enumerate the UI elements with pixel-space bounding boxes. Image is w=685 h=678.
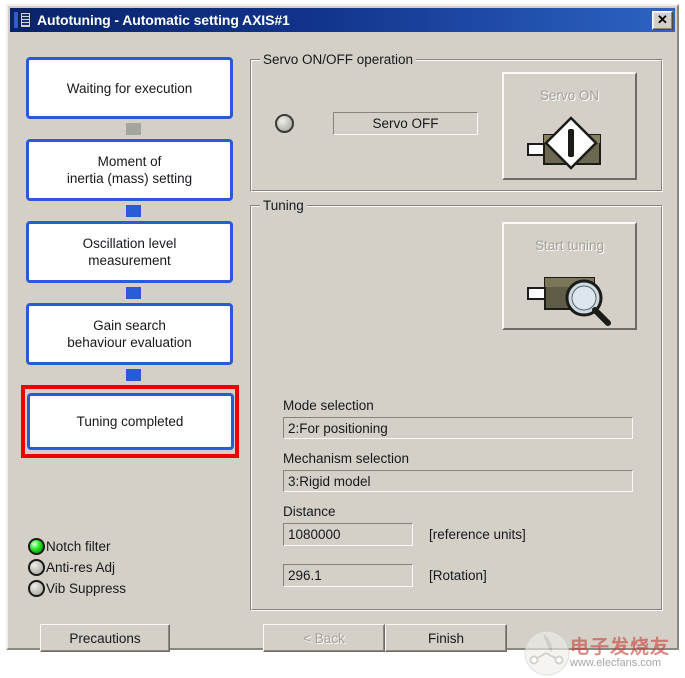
title-bar: Autotuning - Automatic setting AXIS#1 ✕ bbox=[10, 8, 675, 32]
distance-rotation-unit: [Rotation] bbox=[429, 568, 487, 583]
watermark-text: 电子发烧友 bbox=[570, 637, 671, 658]
servo-on-button[interactable]: Servo ON bbox=[502, 72, 637, 180]
indicator-label: Anti-res Adj bbox=[46, 560, 116, 575]
led-indicator-icon bbox=[28, 538, 45, 555]
elecfans-logo-icon bbox=[524, 630, 570, 676]
flow-step-label: Gain search behaviour evaluation bbox=[67, 318, 192, 350]
finish-button[interactable]: Finish bbox=[385, 624, 507, 652]
flow-step-tuning-completed: Tuning completed bbox=[26, 393, 234, 450]
start-tuning-button-label: Start tuning bbox=[534, 238, 605, 253]
back-button[interactable]: < Back bbox=[263, 624, 385, 652]
flow-step-label: Waiting for execution bbox=[66, 80, 193, 96]
start-tuning-button[interactable]: Start tuning bbox=[502, 222, 637, 330]
tuning-group: Tuning Start tuning Mode selection 2:For… bbox=[250, 198, 663, 611]
servo-status-value: Servo OFF bbox=[372, 116, 439, 131]
flow-connector-3 bbox=[126, 287, 141, 299]
servo-status-display: Servo OFF bbox=[333, 112, 478, 135]
flow-step-label: Tuning completed bbox=[76, 414, 184, 429]
mode-selection-field[interactable]: 2:For positioning bbox=[283, 417, 633, 439]
close-icon[interactable]: ✕ bbox=[652, 10, 673, 30]
indicator-anti-res-adj: Anti-res Adj bbox=[28, 557, 126, 578]
site-watermark: 电子发烧友 www.elecfans.com bbox=[524, 630, 674, 678]
function-indicator-list: Notch filter Anti-res Adj Vib Suppress bbox=[28, 536, 126, 599]
dialog-client-area: Waiting for execution Moment of inertia … bbox=[10, 33, 675, 676]
led-indicator-icon bbox=[28, 580, 45, 597]
indicator-vib-suppress: Vib Suppress bbox=[28, 578, 126, 599]
indicator-label: Notch filter bbox=[46, 539, 111, 554]
distance-reference-units-value: 1080000 bbox=[288, 527, 341, 542]
autotuning-dialog: Autotuning - Automatic setting AXIS#1 ✕ … bbox=[6, 4, 679, 676]
mechanism-selection-value: 3:Rigid model bbox=[288, 473, 371, 489]
servo-status-led-icon bbox=[275, 114, 294, 133]
flow-step-label: Moment of inertia (mass) setting bbox=[66, 154, 193, 186]
flow-step-moment-of-inertia: Moment of inertia (mass) setting bbox=[26, 139, 233, 201]
distance-reference-units-unit: [reference units] bbox=[429, 527, 526, 542]
autotuning-app-icon bbox=[14, 11, 32, 29]
servo-on-off-group: Servo ON/OFF operation Servo OFF Servo O… bbox=[250, 52, 663, 192]
distance-label: Distance bbox=[283, 504, 336, 519]
mode-selection-value: 2:For positioning bbox=[288, 420, 388, 436]
mechanism-selection-field[interactable]: 3:Rigid model bbox=[283, 470, 633, 492]
window-title: Autotuning - Automatic setting AXIS#1 bbox=[37, 12, 290, 28]
servo-motor-magnifier-icon bbox=[527, 277, 611, 326]
servo-group-title: Servo ON/OFF operation bbox=[260, 52, 417, 67]
flow-step-label: Oscillation level measurement bbox=[82, 236, 177, 268]
flow-step-gain-search: Gain search behaviour evaluation bbox=[26, 303, 233, 365]
mechanism-selection-label: Mechanism selection bbox=[283, 451, 410, 466]
distance-rotation-value: 296.1 bbox=[288, 568, 322, 583]
flow-connector-4 bbox=[126, 369, 141, 381]
indicator-label: Vib Suppress bbox=[46, 581, 127, 596]
tuning-group-title: Tuning bbox=[260, 198, 307, 213]
servo-on-button-label: Servo ON bbox=[539, 88, 600, 103]
led-indicator-icon bbox=[28, 559, 45, 576]
tuning-flow-chart: Waiting for execution Moment of inertia … bbox=[21, 57, 241, 458]
servo-motor-power-icon bbox=[527, 116, 601, 170]
indicator-notch-filter: Notch filter bbox=[28, 536, 126, 557]
flow-connector-2 bbox=[126, 205, 141, 217]
flow-step-oscillation-level: Oscillation level measurement bbox=[26, 221, 233, 283]
distance-rotation-field[interactable]: 296.1 bbox=[283, 564, 413, 587]
tuning-completed-highlight: Tuning completed bbox=[21, 385, 239, 458]
precautions-button[interactable]: Precautions bbox=[40, 624, 170, 652]
distance-reference-units-field[interactable]: 1080000 bbox=[283, 523, 413, 546]
watermark-url: www.elecfans.com bbox=[570, 657, 662, 669]
mode-selection-label: Mode selection bbox=[283, 398, 374, 413]
flow-connector-1 bbox=[126, 123, 141, 135]
flow-step-waiting-for-execution: Waiting for execution bbox=[26, 57, 233, 119]
